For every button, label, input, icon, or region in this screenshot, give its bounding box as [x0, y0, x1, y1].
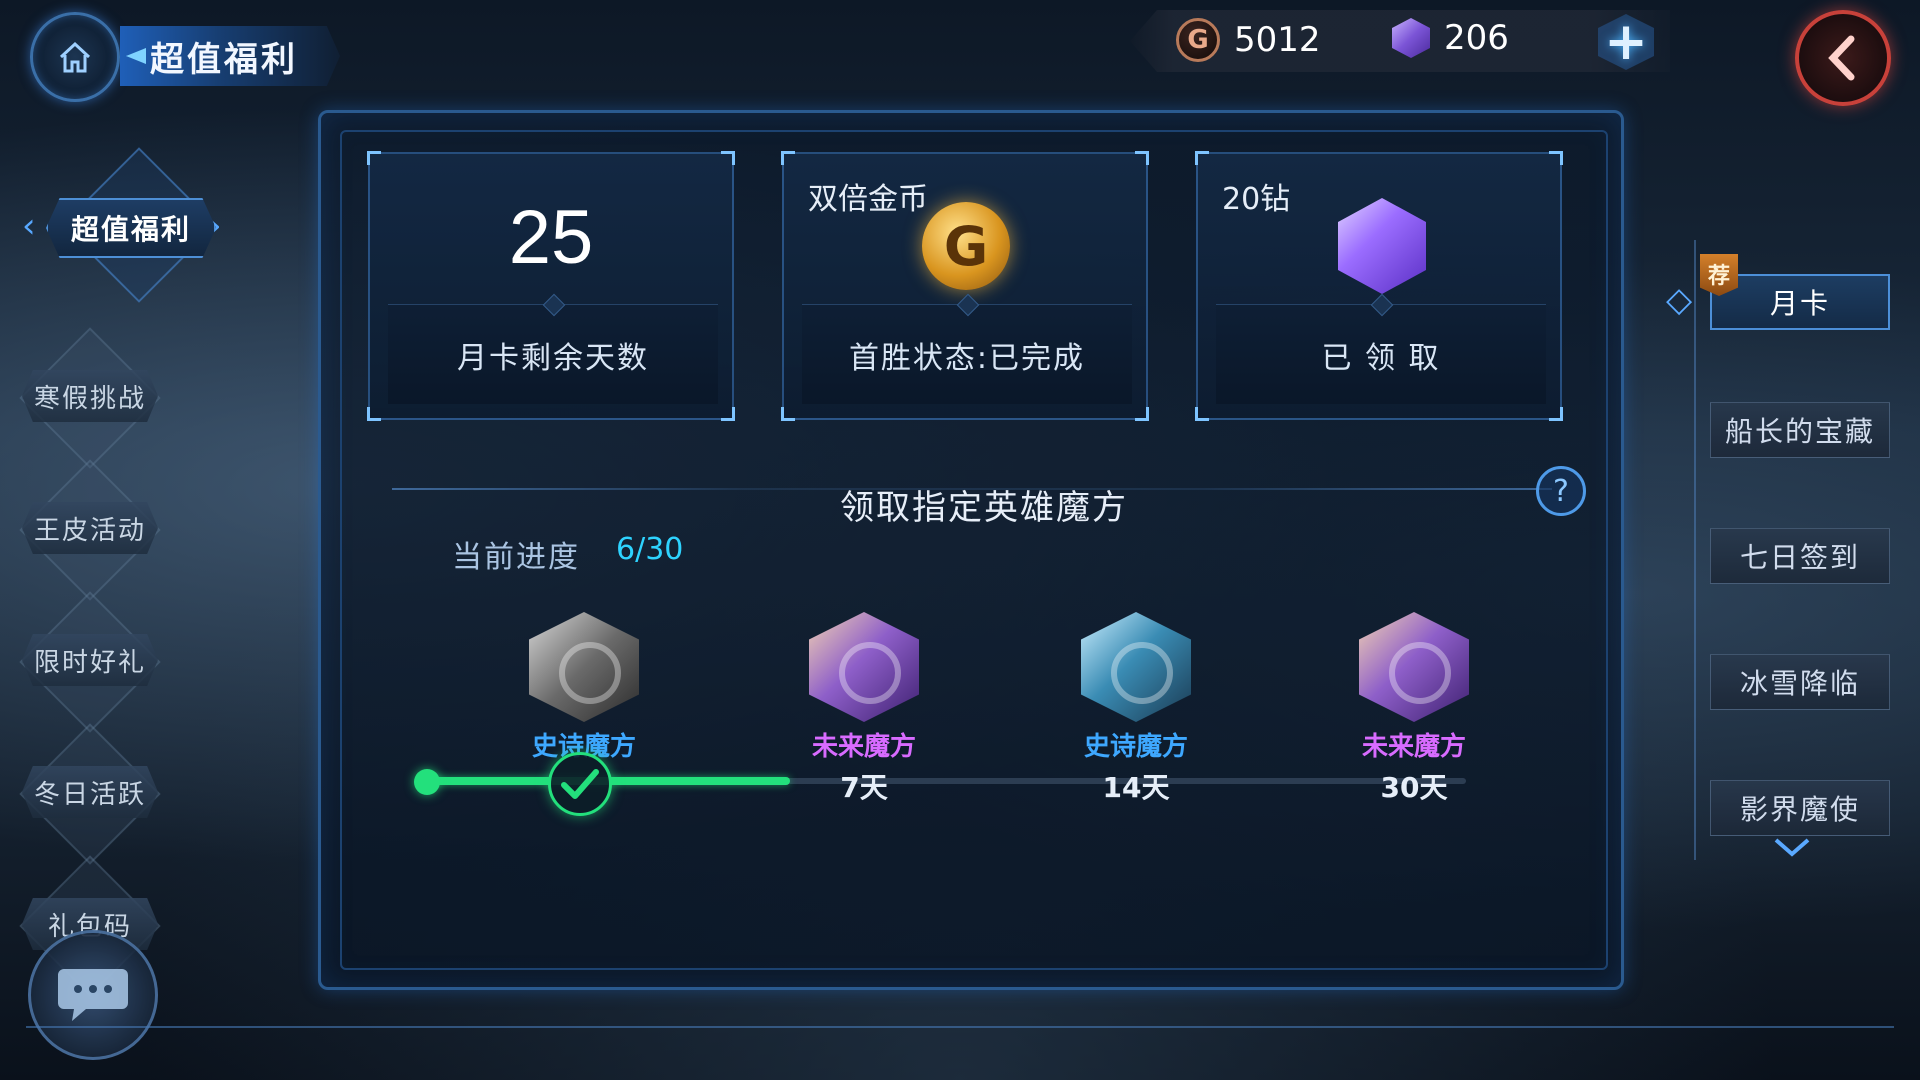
- gem-amount: 206: [1444, 18, 1509, 58]
- right-tab-ice-snow[interactable]: 冰雪降临: [1710, 654, 1890, 710]
- right-tab-rail: [1694, 240, 1696, 860]
- progress-start-node: [414, 769, 440, 795]
- reward-item[interactable]: 未来魔方: [1334, 612, 1494, 763]
- home-button[interactable]: [30, 12, 120, 102]
- epic-cube-icon: [529, 612, 639, 722]
- diamond-reward-title: 20钻: [1222, 182, 1291, 217]
- reward-name: 未来魔方: [811, 732, 916, 762]
- epic-cube-icon: [1081, 612, 1191, 722]
- gem-icon: [1392, 18, 1430, 58]
- page-title: 超值福利: [120, 26, 340, 86]
- home-icon: [59, 41, 91, 73]
- days-remaining-value: 25: [508, 195, 594, 280]
- chat-button[interactable]: [28, 930, 158, 1060]
- chat-bubble-icon: [58, 969, 128, 1021]
- gold-counter: G 5012: [1176, 18, 1321, 62]
- progress-value: 6/30: [616, 532, 684, 567]
- progress-label: 当前进度: [452, 540, 580, 575]
- reward-days: 14天: [1102, 771, 1170, 804]
- reward-name: 史诗魔方: [1083, 732, 1188, 762]
- future-cube-icon: [809, 612, 919, 722]
- nav-left-arrow-icon: ‹: [22, 206, 36, 246]
- reward-item[interactable]: 史诗魔方: [1056, 612, 1216, 763]
- left-nav-item-winter-challenge[interactable]: 寒假挑战: [22, 370, 158, 422]
- future-cube-icon: [1359, 612, 1469, 722]
- back-arrow-icon: [1828, 35, 1855, 81]
- gem-counter: 206: [1392, 18, 1509, 58]
- checkmark-icon: [561, 769, 599, 799]
- left-nav-item-winter-activity[interactable]: 冬日活跃: [22, 766, 158, 818]
- diamond-reward-card: 20钻 已 领 取: [1195, 151, 1563, 421]
- reward-days: 30天: [1380, 771, 1448, 804]
- gold-coin-icon: G: [922, 202, 1010, 290]
- double-gold-title: 双倍金币: [808, 182, 928, 217]
- reward-item[interactable]: 未来魔方: [784, 612, 944, 763]
- scroll-down-chevron-icon[interactable]: [1772, 836, 1812, 864]
- month-card-days-card: 25 月卡剩余天数: [367, 151, 735, 421]
- question-mark-icon: ?: [1553, 473, 1569, 509]
- claimed-status-label[interactable]: 已 领 取: [1216, 304, 1546, 404]
- purple-gem-icon: [1338, 198, 1426, 294]
- left-nav-item-limited-gift[interactable]: 限时好礼: [22, 634, 158, 686]
- gold-coin-icon: G: [1176, 18, 1220, 62]
- days-remaining-label: 月卡剩余天数: [388, 304, 718, 404]
- active-tab-pointer-icon: ◇: [1666, 280, 1693, 320]
- first-win-status-label: 首胜状态:已完成: [802, 304, 1132, 404]
- right-tab-shadow-envoy[interactable]: 影界魔使: [1710, 780, 1890, 836]
- reward-days: 7天: [840, 771, 888, 804]
- right-tab-seven-day-signin[interactable]: 七日签到: [1710, 528, 1890, 584]
- back-button[interactable]: [1795, 10, 1891, 106]
- left-nav-item-active[interactable]: 超值福利: [46, 198, 216, 258]
- gold-amount: 5012: [1234, 20, 1321, 60]
- claimed-checkmark-node: [548, 752, 612, 816]
- double-gold-card: 双倍金币 G 首胜状态:已完成: [781, 151, 1149, 421]
- reward-name: 未来魔方: [1361, 732, 1466, 762]
- section-title: 领取指定英雄魔方: [840, 488, 1128, 528]
- bottom-divider: [26, 1026, 1894, 1028]
- right-tab-captain-treasure[interactable]: 船长的宝藏: [1710, 402, 1890, 458]
- help-button[interactable]: ?: [1536, 466, 1586, 516]
- reward-item[interactable]: 史诗魔方: [504, 612, 664, 763]
- recommend-badge: 荐: [1700, 254, 1738, 296]
